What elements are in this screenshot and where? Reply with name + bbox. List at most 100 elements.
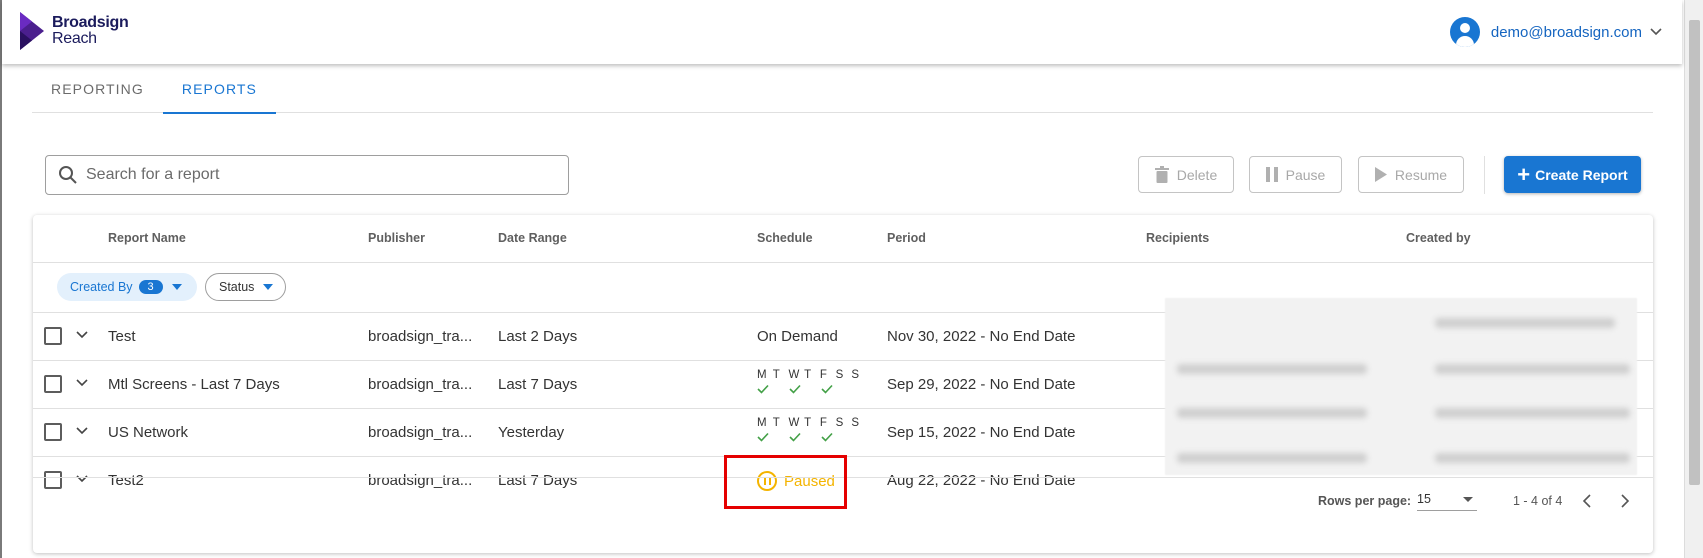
account-avatar-icon [1449,17,1480,47]
check-icon [757,429,789,443]
weekday-letter: F [819,369,827,381]
check-icon [789,381,821,395]
brand-line1: Broadsign [52,14,129,31]
expand-chevron-icon[interactable] [75,424,89,438]
tab-reporting[interactable]: REPORTING [32,66,163,113]
play-icon [1374,167,1387,182]
weekday-checks [757,429,867,443]
status-filter-label: Status [219,280,255,294]
brand-logo[interactable]: Broadsign Reach [18,12,129,50]
report-name[interactable]: Test [108,313,136,361]
check-icon [821,381,853,395]
check-icon [821,429,853,443]
publisher: broadsign_tra... [368,472,473,489]
period: Nov 30, 2022 - No End Date [887,328,1076,345]
user-menu[interactable]: demo@broadsign.com [1449,17,1662,47]
publisher: broadsign_tra... [368,328,473,345]
row-checkbox[interactable] [44,327,62,345]
caret-down-icon [1463,497,1473,502]
brand-name: Broadsign Reach [52,14,129,47]
delete-label: Delete [1176,166,1218,183]
created-by-filter-label: Created By [70,280,133,294]
weekday-letter: M [757,369,767,381]
period: Sep 15, 2022 - No End Date [887,424,1076,441]
weekday-letter: T [804,369,812,381]
column-header-report-name[interactable]: Report Name [108,215,186,262]
check-icon [757,381,789,395]
row-checkbox[interactable] [44,471,62,489]
tab-bar: REPORTING REPORTS [32,66,1653,114]
chevron-down-icon [1650,28,1662,36]
create-report-label: Create Report [1535,166,1628,183]
plus-icon: + [1517,161,1531,187]
trash-icon [1154,166,1169,183]
user-email: demo@broadsign.com [1490,23,1642,41]
pause-label: Pause [1285,166,1326,183]
weekday-letter: S [851,417,859,429]
expand-chevron-icon[interactable] [75,472,89,486]
publisher: broadsign_tra... [368,376,473,393]
weekday-checks [757,381,867,395]
resume-button[interactable]: Resume [1358,156,1464,193]
date-range: Last 7 Days [498,376,578,393]
toolbar-divider [1484,156,1485,194]
weekday-letter: S [835,369,844,381]
period: Aug 22, 2022 - No End Date [887,472,1076,489]
app-header: Broadsign Reach demo@broadsign.com [2,0,1682,64]
date-range: Yesterday [498,424,565,441]
weekday-letter: S [835,417,844,429]
column-header-publisher[interactable]: Publisher [368,215,425,262]
column-header-schedule[interactable]: Schedule [757,215,813,262]
page-edge [0,0,2,558]
weekday-letter: W [788,369,800,381]
row-checkbox[interactable] [44,423,62,441]
schedule: On Demand [757,328,838,345]
broadsign-logo-icon [20,12,44,50]
expand-chevron-icon[interactable] [75,328,89,342]
chevron-left-icon[interactable] [1579,492,1597,510]
search-box[interactable] [45,155,569,195]
created-by-count-badge: 3 [138,280,163,294]
weekly-schedule: MTWTFSS [757,369,867,395]
scrollbar-thumb[interactable] [1689,20,1700,485]
column-header-created-by[interactable]: Created by [1406,215,1471,262]
report-name[interactable]: Mtl Screens - Last 7 Days [108,361,280,409]
pause-icon [1265,167,1278,182]
period: Sep 29, 2022 - No End Date [887,376,1076,393]
check-icon [789,429,821,443]
rows-per-page-value: 15 [1417,492,1431,506]
resume-label: Resume [1394,166,1448,183]
report-name[interactable]: Test2 [108,457,144,505]
column-header-period[interactable]: Period [887,215,926,262]
tab-reports[interactable]: REPORTS [162,66,277,114]
weekday-letter: F [819,417,827,429]
delete-button[interactable]: Delete [1138,156,1234,193]
column-header-recipients[interactable]: Recipients [1146,215,1209,262]
create-report-button[interactable]: + Create Report [1504,156,1641,193]
vertical-scrollbar[interactable] [1684,0,1703,558]
highlight-box [724,455,847,509]
header-divider [33,262,1653,263]
brand-line2: Reach [52,30,97,47]
search-input[interactable] [86,166,526,184]
expand-chevron-icon[interactable] [75,376,89,390]
column-header-date-range[interactable]: Date Range [498,215,567,262]
weekday-letter: T [772,369,780,381]
caret-down-icon [263,284,274,290]
search-icon [59,166,77,184]
date-range: Last 2 Days [498,328,578,345]
rows-per-page-label: Rows per page: [1318,494,1412,508]
caret-down-icon [171,284,182,290]
weekday-letters: MTWTFSS [757,369,867,381]
rows-per-page-select[interactable]: 15 [1417,489,1477,511]
pagination-range: 1 - 4 of 4 [1513,494,1563,508]
created-by-filter-chip[interactable]: Created By 3 [57,273,197,301]
chevron-right-icon[interactable] [1615,492,1633,510]
report-name[interactable]: US Network [108,409,188,457]
row-checkbox[interactable] [44,375,62,393]
date-range: Last 7 Days [498,472,578,489]
publisher: broadsign_tra... [368,424,473,441]
weekly-schedule: MTWTFSS [757,417,867,443]
pause-button[interactable]: Pause [1249,156,1342,193]
status-filter-chip[interactable]: Status [205,273,286,301]
